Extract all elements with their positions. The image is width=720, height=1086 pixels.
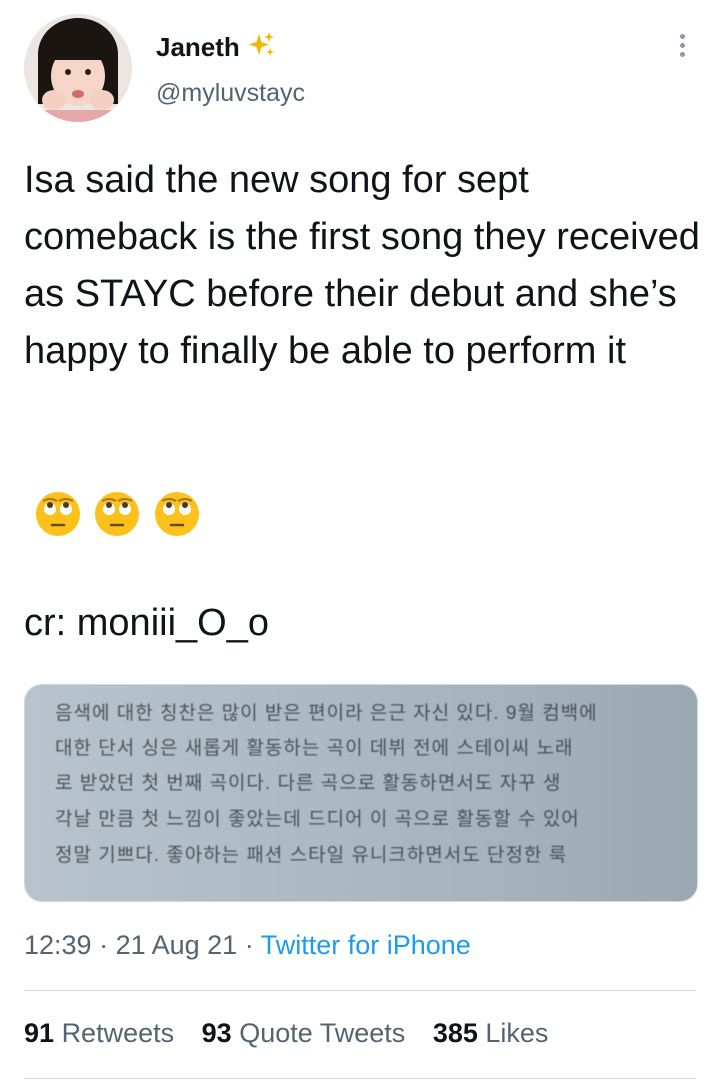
likes-label: Likes	[485, 1018, 549, 1048]
face-with-rolling-eyes-icon	[154, 492, 199, 536]
image-text-line: 각날 만큼 첫 느낌이 좋았는데 드디어 이 곡으로 활동할 수 있어	[55, 809, 580, 830]
credit-text: cr: moniii_O_o	[24, 602, 269, 644]
engagement-stats: 91 Retweets 93 Quote Tweets 385 Likes	[24, 1018, 568, 1049]
face-with-rolling-eyes-icon	[36, 492, 80, 536]
tweet-date[interactable]: 21 Aug 21	[116, 930, 238, 960]
display-name[interactable]: Janeth	[156, 32, 240, 63]
image-text-line: 대한 단서 싱은 새롭게 활동하는 곡이 데뷔 전에 스테이씨 노래	[55, 738, 574, 759]
emoji-row	[34, 490, 208, 540]
divider	[24, 1078, 696, 1079]
author-names: Janeth @myluvstayc	[156, 30, 305, 108]
separator: ·	[237, 930, 261, 960]
quote-tweets-stat[interactable]: 93 Quote Tweets	[202, 1018, 406, 1048]
likes-stat[interactable]: 385 Likes	[433, 1018, 549, 1048]
tweet-header: Janeth @myluvstayc	[24, 14, 696, 124]
tweet-metadata: 12:39 · 21 Aug 21 · Twitter for iPhone	[24, 930, 471, 961]
divider	[24, 990, 696, 991]
face-with-rolling-eyes-icon	[95, 492, 140, 536]
tweet-time[interactable]: 12:39	[24, 930, 92, 960]
user-handle[interactable]: @myluvstayc	[156, 79, 305, 108]
retweets-stat[interactable]: 91 Retweets	[24, 1018, 174, 1048]
more-options-icon[interactable]	[678, 34, 686, 64]
quote-tweets-label: Quote Tweets	[239, 1018, 406, 1048]
likes-count: 385	[432, 1018, 478, 1048]
retweets-label: Retweets	[61, 1018, 175, 1048]
quote-tweets-count: 93	[201, 1018, 232, 1048]
image-text-line: 정말 기쁘다. 좋아하는 패션 스타일 유니크하면서도 단정한 룩	[55, 845, 568, 866]
separator: ·	[91, 930, 116, 960]
image-text-line: 음색에 대한 칭찬은 많이 받은 편이라 은근 자신 있다. 9월 컴백에	[55, 703, 598, 724]
tweet-source-link[interactable]: Twitter for iPhone	[261, 930, 471, 960]
tweet-text: Isa said the new song for sept comeback …	[24, 159, 700, 372]
image-text-line: 로 받았던 첫 번째 곡이다. 다른 곡으로 활동하면서도 자꾸 생	[55, 773, 562, 794]
retweets-count: 91	[24, 1018, 55, 1048]
attached-image[interactable]: 음색에 대한 칭찬은 많이 받은 편이라 은근 자신 있다. 9월 컴백에 대한…	[24, 684, 698, 902]
sparkles-icon	[246, 30, 276, 65]
avatar[interactable]	[24, 14, 132, 122]
